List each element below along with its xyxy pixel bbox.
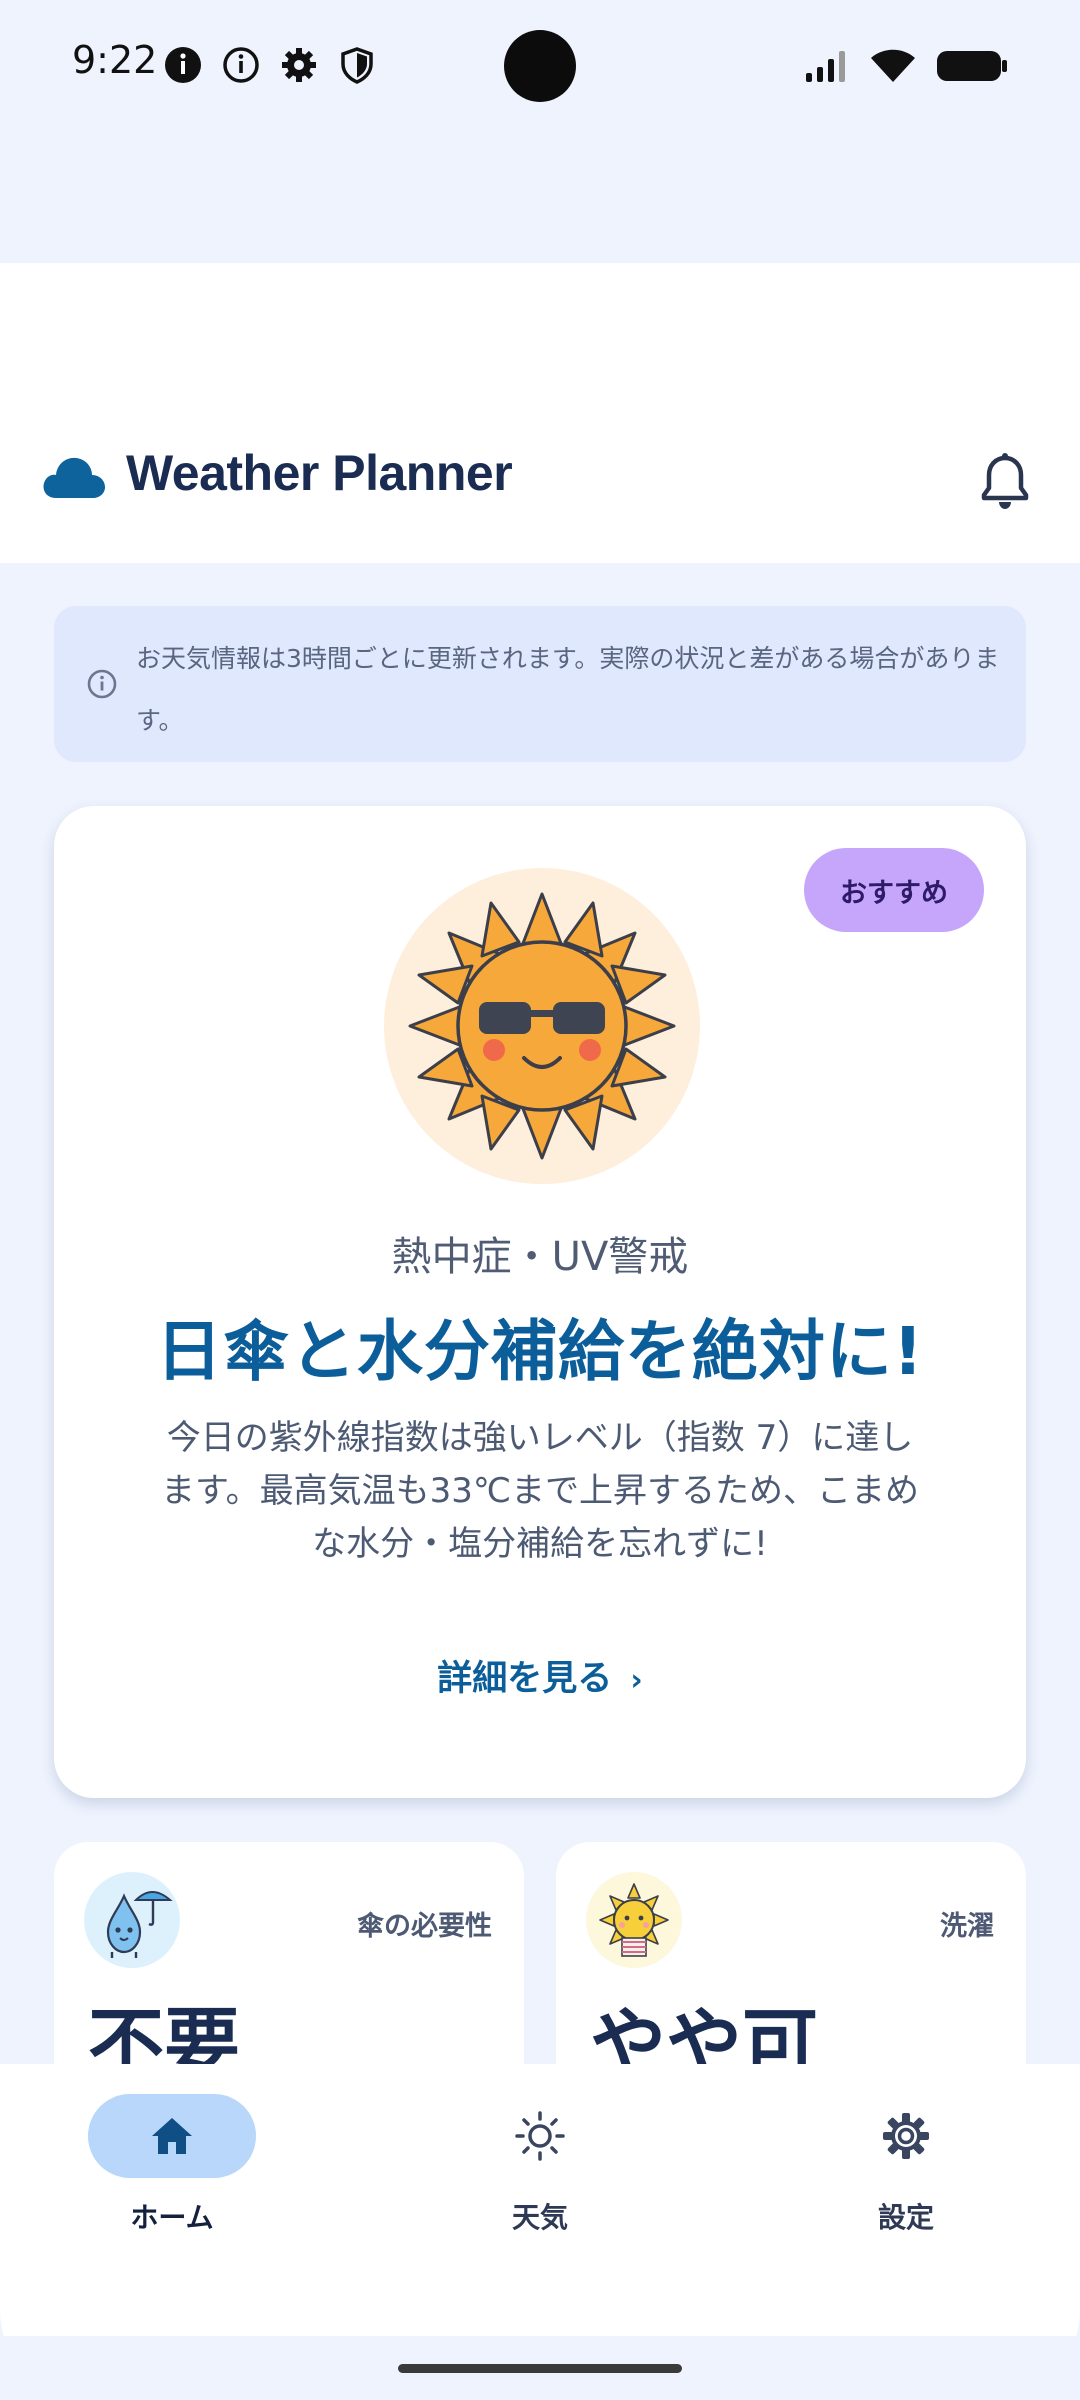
status-icons-right (804, 48, 1008, 84)
info-outline-icon (223, 47, 259, 83)
app-bar: Weather Planner (0, 430, 1080, 560)
status-time: 9:22 (72, 38, 158, 82)
sun-outline-icon (515, 2111, 565, 2161)
status-icons-left (162, 44, 378, 86)
nav-item-settings[interactable]: 設定 (786, 2094, 1026, 2274)
sun-with-sunglasses-icon (408, 892, 676, 1160)
details-link-label: 詳細を見る (437, 1659, 613, 1699)
status-bar: 9:22 (0, 0, 1080, 132)
home-icon (152, 2118, 192, 2154)
details-link[interactable]: 詳細を見る › (54, 1650, 1026, 1701)
umbrella-card-label: 傘の必要性 (357, 1911, 492, 1942)
signal-icon (806, 51, 845, 82)
battery-icon (937, 51, 1007, 81)
gear-icon (883, 2113, 929, 2159)
nav-label-home: ホーム (130, 2201, 214, 2234)
app-title: Weather Planner (126, 445, 513, 501)
chevron-right-icon: › (630, 1663, 643, 1698)
front-camera (504, 30, 576, 102)
cloud-icon (43, 457, 105, 498)
laundry-card[interactable]: 洗濯 やや可 (556, 1842, 1026, 2088)
bottom-navigation: ホーム 天気 設定 (0, 2064, 1080, 2336)
nav-item-weather[interactable]: 天気 (420, 2094, 660, 2274)
umbrella-card[interactable]: 傘の必要性 不要 (54, 1842, 524, 2088)
bell-icon[interactable] (978, 452, 1032, 512)
recommend-badge: おすすめ (804, 848, 984, 932)
hero-card[interactable]: おすすめ 熱中症・UV警戒 日傘と水分補給を絶対に! 今日の紫外線指数は強いレベ… (54, 806, 1026, 1798)
nav-label-settings: 設定 (877, 2201, 934, 2234)
laundry-card-label: 洗濯 (940, 1911, 994, 1942)
shield-icon (341, 47, 373, 84)
phone-screen: 9:22 Weather Planner お天気情報は3時間ごとに更新されます。… (0, 0, 1080, 2400)
sun-laundry-icon (599, 1883, 669, 1957)
nav-item-home[interactable]: ホーム (52, 2094, 292, 2274)
hero-headline: 日傘と水分補給を絶対に! (155, 1313, 925, 1390)
info-filled-icon (165, 47, 201, 83)
info-banner: お天気情報は3時間ごとに更新されます。実際の状況と差がある場合があります。 (54, 606, 1026, 762)
wifi-icon (871, 49, 915, 82)
hero-body: 今日の紫外線指数は強いレベル（指数 7）に達します。最高気温も33℃まで上昇する… (160, 1418, 920, 1564)
hero-category: 熱中症・UV警戒 (391, 1234, 689, 1280)
gear-icon (282, 48, 316, 82)
nav-label-weather: 天気 (511, 2201, 568, 2234)
info-banner-text: お天気情報は3時間ごとに更新されます。実際の状況と差がある場合があります。 (136, 644, 1000, 735)
home-indicator[interactable] (398, 2364, 682, 2373)
info-outline-icon (87, 669, 117, 699)
raindrop-umbrella-icon (106, 1891, 173, 1958)
